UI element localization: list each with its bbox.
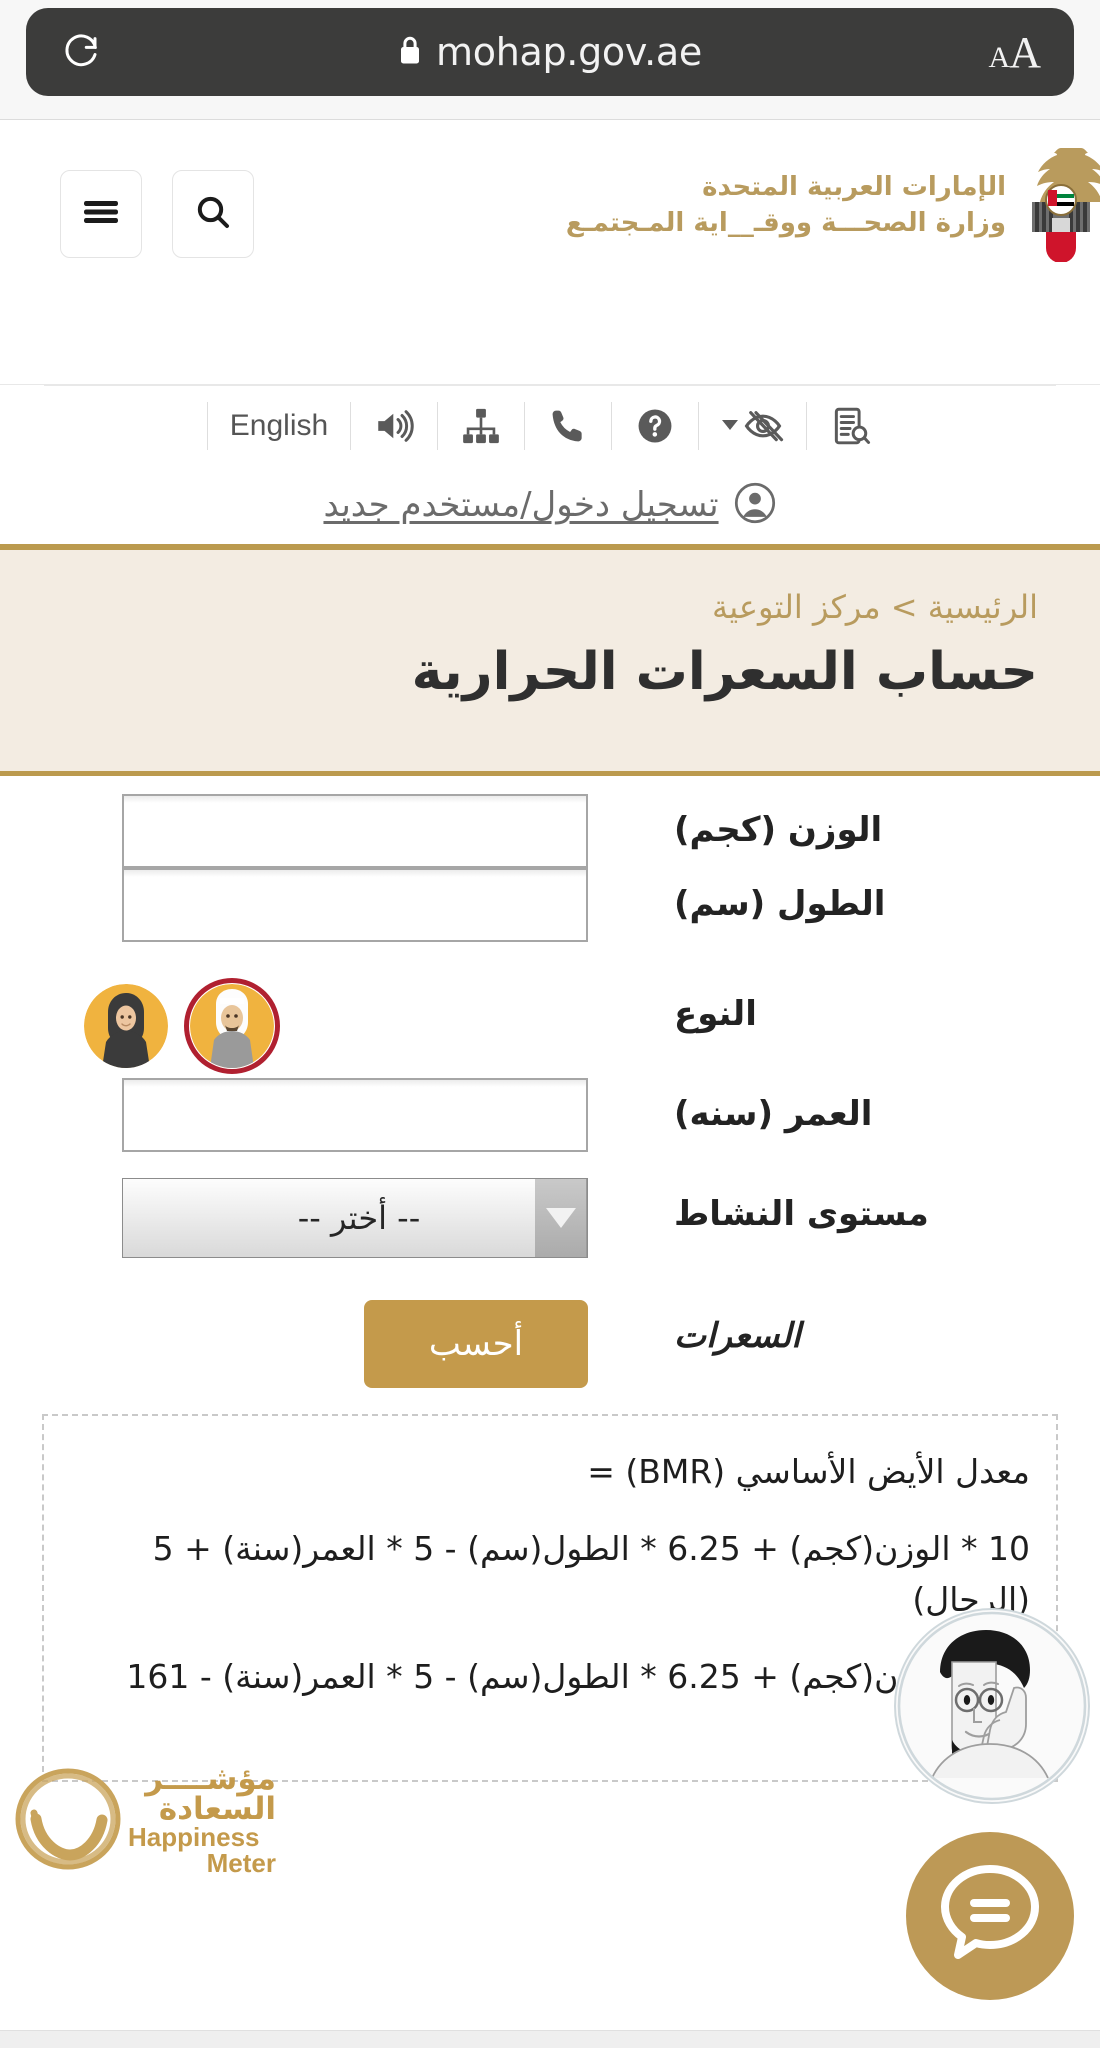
happiness-meter-english-1: Happiness xyxy=(128,1822,260,1853)
happiness-meter-widget[interactable]: مؤشــــر السعادة Happiness Meter xyxy=(8,1735,276,1905)
read-document-button[interactable] xyxy=(807,402,893,450)
utility-bar-wrap: English xyxy=(0,384,1100,466)
uae-falcon-emblem-icon xyxy=(1022,144,1100,266)
page-banner: الرئيسية > مركز التوعية حساب السعرات الح… xyxy=(0,544,1100,776)
login-row[interactable]: تسجيل دخول/مستخدم جديد xyxy=(0,466,1100,544)
height-label: الطول (سم) xyxy=(674,884,886,924)
formula-line-title: معدل الأيض الأساسي (BMR) = xyxy=(587,1452,1030,1491)
height-input[interactable] xyxy=(122,868,588,942)
search-button[interactable] xyxy=(172,170,254,258)
text-to-speech-button[interactable] xyxy=(351,402,439,450)
happiness-meter-english-2: Meter xyxy=(206,1848,276,1879)
read-document-icon xyxy=(829,405,871,447)
text-size-button[interactable]: AA xyxy=(988,27,1041,78)
hamburger-menu-icon xyxy=(80,195,122,233)
page-root: mohap.gov.ae AA الإمارات العربية المتحدة… xyxy=(0,0,1100,2048)
browser-chrome: mohap.gov.ae AA xyxy=(0,0,1100,120)
utility-bar-inner: English xyxy=(44,385,1056,466)
activity-control: -- أختر -- xyxy=(0,1178,630,1258)
form-row-activity: مستوى النشاط -- أختر -- xyxy=(0,1178,1100,1258)
gender-option-male[interactable] xyxy=(184,978,280,1074)
breadcrumb[interactable]: الرئيسية > مركز التوعية xyxy=(0,588,1038,626)
height-control xyxy=(0,868,630,942)
language-label: English xyxy=(229,409,329,442)
help-button[interactable] xyxy=(612,402,700,450)
age-input[interactable] xyxy=(122,1078,588,1152)
language-switch[interactable]: English xyxy=(206,402,352,450)
text-size-small-a: A xyxy=(988,40,1011,74)
user-account-icon xyxy=(733,481,777,529)
calculate-control: أحسب xyxy=(0,1300,630,1388)
age-label: العمر (سنه) xyxy=(674,1094,873,1134)
gender-option-female[interactable] xyxy=(84,984,168,1068)
male-avatar-icon xyxy=(190,984,274,1068)
gender-control xyxy=(0,978,630,1074)
weight-input[interactable] xyxy=(122,794,588,868)
gender-label: النوع xyxy=(674,994,757,1034)
page-title: حساب السعرات الحرارية xyxy=(411,642,1038,702)
help-icon xyxy=(634,405,676,447)
chevron-down-icon xyxy=(721,417,742,436)
search-icon xyxy=(193,192,233,236)
lock-icon xyxy=(398,35,422,69)
bottom-strip xyxy=(0,2030,1100,2048)
gender-options xyxy=(0,978,588,1074)
activity-selected-value: -- أختر -- xyxy=(297,1199,421,1237)
brand-text: الإمارات العربية المتحدة وزارة الصحـــة … xyxy=(566,172,1006,238)
header-buttons xyxy=(60,170,254,258)
weight-label: الوزن (كجم) xyxy=(674,810,883,850)
helper-character-avatar-icon[interactable] xyxy=(894,1608,1090,1804)
form-row-gender: النوع xyxy=(0,978,1100,1074)
text-to-speech-icon xyxy=(373,405,415,447)
form-row-age: العمر (سنه) xyxy=(0,1078,1100,1152)
menu-button[interactable] xyxy=(60,170,142,258)
utility-bar: English xyxy=(44,386,1056,466)
happiness-meter-arabic: مؤشــــر السعادة xyxy=(145,1760,276,1827)
sitemap-button[interactable] xyxy=(438,402,526,450)
female-avatar-icon xyxy=(84,984,168,1068)
sitemap-icon xyxy=(460,405,502,447)
chevron-down-icon xyxy=(545,1208,576,1228)
form-row-weight: الوزن (كجم) xyxy=(0,794,1100,868)
weight-control xyxy=(0,794,630,868)
brand-line-country: الإمارات العربية المتحدة xyxy=(702,172,1006,202)
calories-label: السعرات xyxy=(674,1316,801,1356)
activity-label: مستوى النشاط xyxy=(674,1194,929,1234)
happiness-meter-text: مؤشــــر السعادة Happiness Meter xyxy=(128,1760,276,1879)
reload-icon[interactable] xyxy=(60,29,102,75)
login-link[interactable]: تسجيل دخول/مستخدم جديد xyxy=(323,485,718,525)
url-display: mohap.gov.ae xyxy=(26,30,1074,74)
happiness-smiley-icon xyxy=(8,1743,134,1897)
activity-select[interactable]: -- أختر -- xyxy=(122,1178,588,1258)
form-row-calories: السعرات أحسب xyxy=(0,1300,1100,1388)
activity-select-arrow[interactable] xyxy=(535,1179,587,1257)
accessibility-vision-button[interactable] xyxy=(699,402,808,450)
phone-button[interactable] xyxy=(525,402,613,450)
text-size-big-a: A xyxy=(1009,27,1041,77)
brand-line-ministry: وزارة الصحـــة ووقـ__اية المـجتمـع xyxy=(565,208,1006,238)
formula-line-men: 10 * الوزن(كجم) + 6.25 * الطول(سم) - 5 *… xyxy=(152,1529,1030,1620)
chat-bubble-icon xyxy=(934,1859,1046,1974)
age-control xyxy=(0,1078,630,1152)
calculate-button[interactable]: أحسب xyxy=(364,1300,588,1388)
phone-icon xyxy=(547,405,589,447)
url-bar[interactable]: mohap.gov.ae AA xyxy=(26,8,1074,96)
url-text: mohap.gov.ae xyxy=(436,30,702,74)
site-header: الإمارات العربية المتحدة وزارة الصحـــة … xyxy=(0,120,1100,384)
form-row-height: الطول (سم) xyxy=(0,868,1100,942)
chat-button[interactable] xyxy=(906,1832,1074,2000)
accessibility-vision-icon xyxy=(742,405,784,447)
